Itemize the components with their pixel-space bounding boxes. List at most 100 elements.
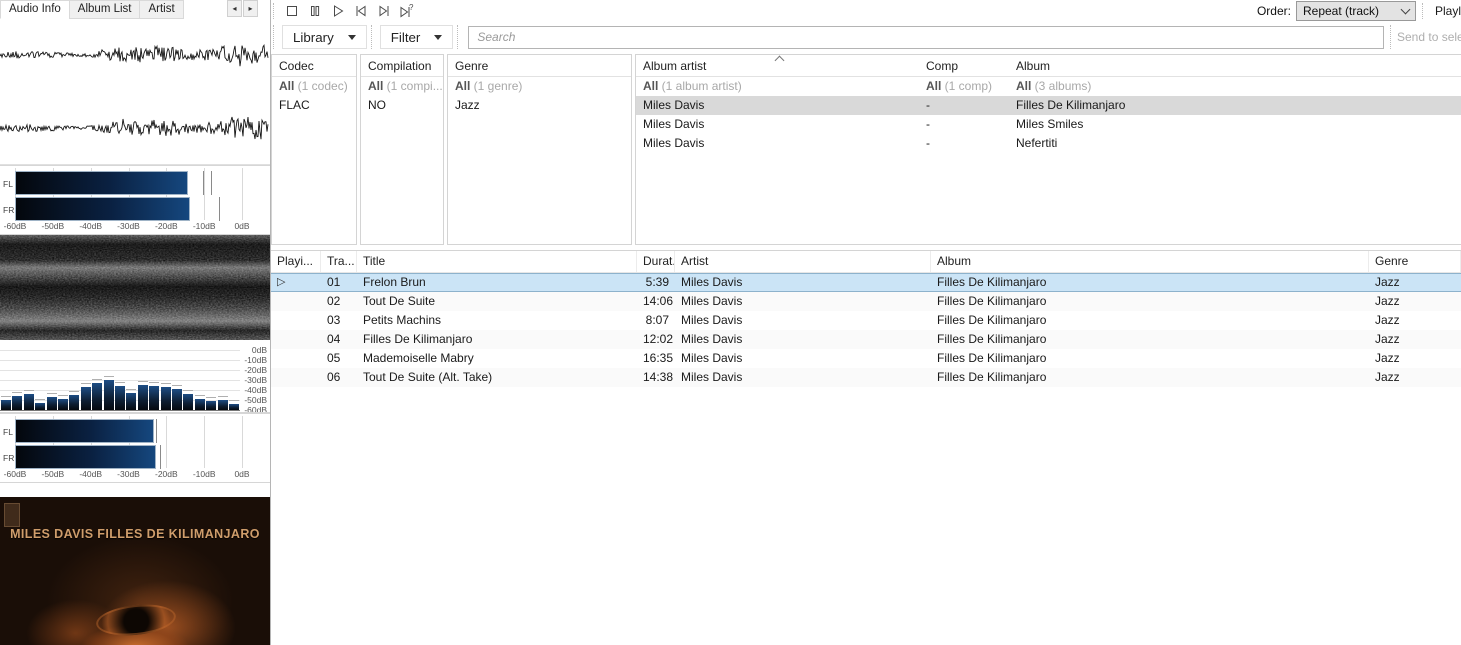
toolbar-grip[interactable] — [371, 25, 376, 49]
spectrum-bar — [183, 394, 193, 410]
level-bar — [15, 445, 156, 469]
playing-indicator — [271, 292, 321, 311]
dropdown-arrow-icon — [434, 35, 442, 40]
app-window: Audio Info Album List Artist ◂ ▸ FLFR-60… — [0, 0, 1461, 645]
comp-column-header[interactable]: Comp — [919, 55, 1009, 76]
playlist-row[interactable]: ▷01Frelon Brun5:39Miles DavisFilles De K… — [271, 273, 1461, 292]
playlist-column-header-title[interactable]: Title — [357, 251, 637, 272]
toolbar-grip[interactable] — [1422, 3, 1427, 19]
order-dropdown[interactable]: Repeat (track) — [1296, 1, 1416, 21]
spectrum-peak — [195, 395, 205, 396]
genre-cell: Jazz — [1369, 349, 1461, 368]
playlist-row[interactable]: 04Filles De Kilimanjaro12:02Miles DavisF… — [271, 330, 1461, 349]
playlist-column-header-album[interactable]: Album — [931, 251, 1369, 272]
tab-audio-info[interactable]: Audio Info — [0, 0, 70, 19]
playlist-row[interactable]: 02Tout De Suite14:06Miles DavisFilles De… — [271, 292, 1461, 311]
filter-item[interactable]: Jazz — [448, 96, 631, 115]
playlist-column-header-duration[interactable]: Durat... — [637, 251, 675, 272]
album-cell: Filles De Kilimanjaro — [931, 292, 1369, 311]
random-button[interactable]: ? — [395, 1, 418, 21]
spectrum-peak — [115, 382, 125, 383]
filter-item[interactable]: NO — [361, 96, 443, 115]
svg-text:?: ? — [409, 3, 414, 12]
genre-cell: Jazz — [1369, 330, 1461, 349]
stop-button[interactable] — [280, 1, 303, 21]
spectrum-bar — [149, 386, 159, 410]
next-button[interactable] — [372, 1, 395, 21]
filter-item[interactable]: FLAC — [272, 96, 356, 115]
toolbar-grip[interactable] — [1390, 25, 1395, 49]
filter-item-all[interactable]: All (1 genre) — [448, 77, 631, 96]
library-menu-button[interactable]: Library — [282, 25, 367, 49]
tab-scroll-left-button[interactable]: ◂ — [227, 0, 242, 17]
meter-scale-label: -40dB — [74, 469, 108, 479]
playing-indicator — [271, 349, 321, 368]
level-meter-bottom: FLFR-60dB-50dB-40dB-30dB-20dB-10dB0dB — [0, 413, 270, 483]
record-label-logo — [4, 503, 20, 527]
duration-cell: 16:35 — [637, 349, 675, 368]
playlist-column-header-genre[interactable]: Genre — [1369, 251, 1461, 272]
genre-header[interactable]: Genre — [448, 55, 631, 77]
all-label: All — [279, 79, 294, 93]
spectrum-peak — [69, 391, 79, 392]
toolbar-grip[interactable] — [457, 25, 462, 49]
search-input[interactable] — [468, 26, 1384, 49]
album-row[interactable]: Miles Davis-Nefertiti — [636, 134, 1461, 153]
compilation-list: All (1 compi...NO — [361, 77, 443, 115]
album-row[interactable]: Miles Davis-Filles De Kilimanjaro — [636, 96, 1461, 115]
spectrum-peak — [1, 396, 11, 397]
title-cell: Tout De Suite — [357, 292, 637, 311]
spectrum-peak — [183, 390, 193, 391]
spectrum-scale-label: -10dB — [233, 355, 267, 365]
album-cell: - — [919, 96, 1009, 115]
filter-item-all[interactable]: All (1 codec) — [272, 77, 356, 96]
album-cell: Miles Davis — [636, 115, 919, 134]
spectrum-scale-label: 0dB — [233, 345, 267, 355]
album-all-row[interactable]: All (1 album artist)All (1 comp)All (3 a… — [636, 77, 1461, 96]
album-column-header[interactable]: Album — [1009, 55, 1461, 76]
previous-button[interactable] — [349, 1, 372, 21]
spectrum-bar — [126, 393, 136, 410]
spectrum-bar — [172, 389, 182, 410]
all-label: All — [926, 79, 941, 93]
codec-header[interactable]: Codec — [272, 55, 356, 77]
pause-button[interactable] — [303, 1, 326, 21]
duration-cell: 14:06 — [637, 292, 675, 311]
playlist-column-header-track[interactable]: Tra... — [321, 251, 357, 272]
spectrum-gridline — [0, 360, 240, 361]
peak-indicator — [156, 419, 157, 443]
filter-menu-button[interactable]: Filter — [380, 25, 454, 49]
genre-cell: Jazz — [1369, 274, 1461, 291]
compilation-header[interactable]: Compilation — [361, 55, 443, 77]
tab-album-list[interactable]: Album List — [69, 0, 141, 19]
spectrum-bar — [47, 397, 57, 410]
toolbar-grip[interactable] — [273, 25, 278, 49]
all-label: All — [643, 79, 658, 93]
playlist-column-header-playing[interactable]: Playi... — [271, 251, 321, 272]
send-to-selection-label[interactable]: Send to sele — [1397, 30, 1461, 44]
playlist-toolbar-label[interactable]: Playl — [1435, 4, 1461, 18]
library-menu-label: Library — [293, 30, 334, 45]
spectrum-bar — [35, 403, 45, 410]
filter-panel-codec: Codec All (1 codec)FLAC — [271, 54, 357, 245]
spectrum-bar — [69, 395, 79, 410]
meter-scale-label: 0dB — [225, 469, 259, 479]
waveform-display — [0, 19, 270, 165]
genre-cell: Jazz — [1369, 368, 1461, 387]
tab-artist[interactable]: Artist — [139, 0, 183, 19]
meter-scale-label: -30dB — [112, 221, 146, 231]
album-row[interactable]: Miles Davis-Miles Smiles — [636, 115, 1461, 134]
spectrum-peak — [104, 376, 114, 377]
playlist-row[interactable]: 03Petits Machins8:07Miles DavisFilles De… — [271, 311, 1461, 330]
spectrum-bar — [12, 396, 22, 410]
album-cell: Filles De Kilimanjaro — [931, 368, 1369, 387]
filter-toolbar: Library Filter Send to sele — [271, 22, 1461, 52]
playlist-row[interactable]: 05Mademoiselle Mabry16:35Miles DavisFill… — [271, 349, 1461, 368]
play-button[interactable] — [326, 1, 349, 21]
filter-item-all[interactable]: All (1 compi... — [361, 77, 443, 96]
playlist-column-header-artist[interactable]: Artist — [675, 251, 931, 272]
tab-scroll-right-button[interactable]: ▸ — [243, 0, 258, 17]
toolbar-grip[interactable] — [273, 3, 278, 19]
playlist-row[interactable]: 06Tout De Suite (Alt. Take)14:38Miles Da… — [271, 368, 1461, 387]
peak-indicator — [219, 197, 220, 221]
